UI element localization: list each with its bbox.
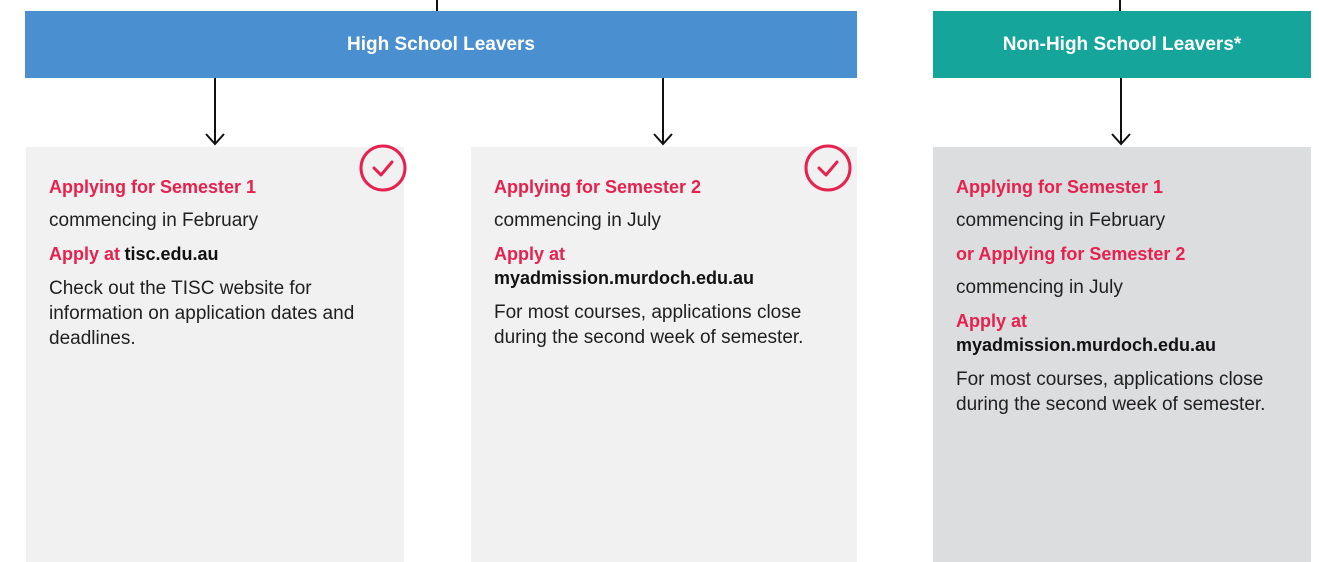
apply-label: Apply at	[494, 244, 566, 264]
card-title: Applying for Semester 2	[494, 177, 702, 197]
apply-link[interactable]: myadmission.murdoch.edu.au	[494, 266, 835, 290]
card-non-high-school: Applying for Semester 1 commencing in Fe…	[933, 147, 1311, 562]
header-label: Non-High School Leavers*	[1002, 33, 1242, 55]
card-title: Applying for Semester 1	[49, 177, 257, 197]
apply-label: Apply at	[956, 311, 1028, 331]
card-subtitle: commencing in February	[49, 210, 259, 231]
card-note: Check out the TISC website for informati…	[49, 278, 355, 349]
header-label: High School Leavers	[347, 33, 535, 55]
card-alt-title: or Applying for Semester 2	[956, 244, 1186, 264]
card-subtitle: commencing in February	[956, 210, 1166, 231]
apply-link[interactable]: myadmission.murdoch.edu.au	[956, 333, 1289, 357]
apply-line: Apply at tisc.edu.au	[49, 242, 382, 266]
card-note: For most courses, applications close dur…	[494, 302, 804, 348]
header-high-school-leavers: High School Leavers	[25, 11, 857, 78]
down-arrow-icon	[1111, 78, 1131, 146]
apply-label: Apply at	[49, 244, 121, 264]
header-non-high-school-leavers: Non-High School Leavers*	[933, 11, 1311, 78]
down-arrow-icon	[653, 78, 673, 146]
apply-link[interactable]: tisc.edu.au	[124, 244, 218, 264]
check-circle-icon	[804, 144, 852, 192]
connector-line	[436, 0, 438, 11]
check-circle-icon	[359, 144, 407, 192]
connector-line	[1119, 0, 1121, 11]
card-note: For most courses, applications close dur…	[956, 369, 1266, 415]
card-semester-2-high-school: Applying for Semester 2 commencing in Ju…	[471, 147, 857, 562]
card-title: Applying for Semester 1	[956, 177, 1164, 197]
card-alt-subtitle: commencing in July	[956, 277, 1123, 298]
card-semester-1-high-school: Applying for Semester 1 commencing in Fe…	[26, 147, 404, 562]
down-arrow-icon	[205, 78, 225, 146]
card-subtitle: commencing in July	[494, 210, 661, 231]
